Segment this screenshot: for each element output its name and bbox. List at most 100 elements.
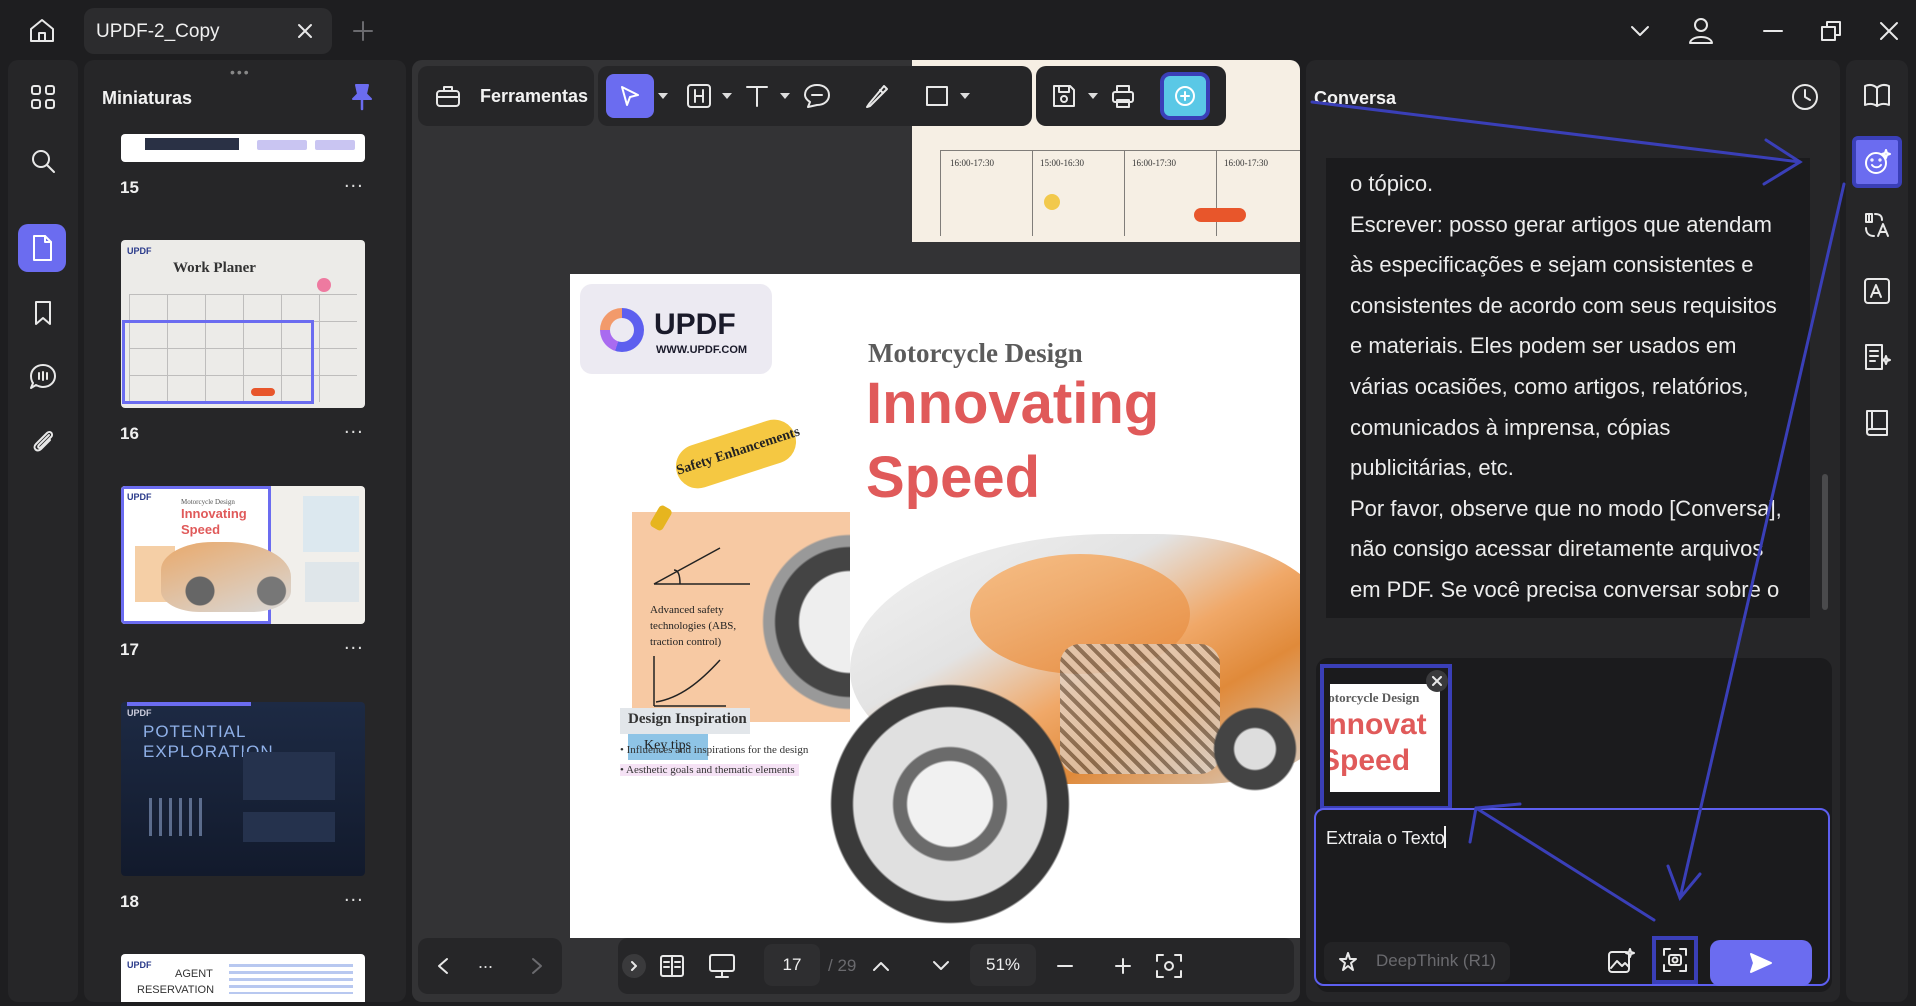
ocr-text-icon[interactable] xyxy=(1858,272,1896,310)
zoom-out-icon[interactable] xyxy=(1048,950,1082,982)
image-attachment[interactable]: Motorcycle Design Innovat Speed xyxy=(1320,664,1452,810)
chat-composer: Motorcycle Design Innovat Speed Extraia … xyxy=(1314,658,1832,992)
page-down-icon[interactable] xyxy=(926,952,956,980)
page-number-input[interactable]: 17 xyxy=(764,944,820,986)
pin-icon[interactable] xyxy=(346,80,378,114)
chat-input[interactable]: Extraia o Texto DeepThink (R1) xyxy=(1314,808,1830,986)
page-layout-icon[interactable] xyxy=(654,950,690,982)
restore-icon[interactable] xyxy=(1814,14,1848,48)
close-window-icon[interactable] xyxy=(1872,14,1906,48)
book-icon[interactable] xyxy=(1858,404,1896,442)
ai-assistant-icon[interactable] xyxy=(1160,72,1210,120)
page-controls-bar: 17 / 29 51% xyxy=(618,938,1294,994)
select-cursor-icon[interactable] xyxy=(606,74,654,118)
message-line: às especificações e sejam consistentes e xyxy=(1350,252,1754,278)
page-more-button[interactable]: ... xyxy=(344,170,364,193)
document-viewer[interactable]: 16:00-17:30 15:00-16:30 16:00-17:30 16:0… xyxy=(412,60,1300,1002)
history-icon[interactable] xyxy=(1786,78,1824,116)
save-icon[interactable] xyxy=(1046,78,1082,114)
select-dropdown-caret[interactable] xyxy=(658,93,668,99)
chat-scrollbar[interactable] xyxy=(1822,474,1828,610)
ai-chat-icon[interactable] xyxy=(1852,136,1902,188)
screenshot-icon[interactable] xyxy=(1652,936,1698,984)
expand-chevron-icon[interactable] xyxy=(622,954,646,978)
chevron-down-icon[interactable] xyxy=(1624,16,1656,46)
attachment-line2: Innovat xyxy=(1330,708,1427,741)
print-icon[interactable] xyxy=(1104,78,1142,114)
thumbnail-16[interactable]: UPDF Work Planer xyxy=(121,240,365,408)
send-button[interactable] xyxy=(1710,940,1812,986)
zoom-in-icon[interactable] xyxy=(1106,950,1140,982)
navigation-bar: ... xyxy=(418,938,562,994)
zoom-level[interactable]: 51% xyxy=(970,944,1036,986)
section-heading: Design Inspiration xyxy=(628,711,747,727)
message-line: o tópico. xyxy=(1350,171,1434,196)
page-more-button[interactable]: ... xyxy=(344,416,364,439)
fit-screen-icon[interactable] xyxy=(1150,950,1188,982)
tools-button[interactable]: Ferramentas xyxy=(480,86,588,107)
shape-dropdown-caret[interactable] xyxy=(960,93,970,99)
shape-rectangle-icon[interactable] xyxy=(918,78,956,114)
total-pages: / 29 xyxy=(828,956,857,975)
thumb-agent: AGENT xyxy=(175,968,213,980)
text-dropdown-caret[interactable] xyxy=(780,93,790,99)
previous-icon[interactable] xyxy=(428,950,458,982)
minimize-icon[interactable] xyxy=(1756,14,1790,48)
attachment-line1: Motorcycle Design xyxy=(1330,690,1420,705)
translate-icon[interactable] xyxy=(1858,206,1896,244)
message-line: não consigo acessar diretamente arquivos xyxy=(1350,536,1764,562)
send-icon xyxy=(1746,949,1776,977)
thumbnails-panel: ••• Miniaturas 15 ... UPDF Work Planer 1… xyxy=(84,60,406,1002)
pages-icon[interactable] xyxy=(18,224,66,272)
thumb-speed: Speed xyxy=(181,522,221,537)
nav-more-button[interactable]: ... xyxy=(478,952,493,973)
tab-title: UPDF-2_Copy xyxy=(96,21,220,42)
bullet-item: • Influences and inspirations for the de… xyxy=(620,744,809,756)
home-icon[interactable] xyxy=(24,12,60,48)
thumbnail-17[interactable]: UPDF Motorcycle Design Innovating Speed xyxy=(121,486,365,624)
text-tool-icon[interactable] xyxy=(738,78,776,114)
presentation-icon[interactable] xyxy=(704,950,740,982)
note-text: Advanced safety technologies (ABS, tract… xyxy=(650,604,737,648)
deepthink-icon xyxy=(1334,948,1362,976)
page-up-icon[interactable] xyxy=(866,952,896,980)
reader-mode-icon[interactable] xyxy=(1858,76,1896,114)
apps-grid-icon[interactable] xyxy=(24,78,62,116)
logo-url: WWW.UPDF.COM xyxy=(656,344,748,356)
ai-summary-icon[interactable] xyxy=(1858,338,1896,376)
remove-attachment-icon[interactable] xyxy=(1426,670,1448,692)
thumbnail-15[interactable] xyxy=(121,134,365,162)
comments-icon[interactable] xyxy=(24,358,62,396)
message-line: consistentes de acordo com seus requisit… xyxy=(1350,292,1777,318)
thumbnail-18[interactable]: UPDF POTENTIAL EXPLORATION xyxy=(121,702,365,876)
chat-title: Conversa xyxy=(1314,88,1397,108)
drag-handle[interactable]: ••• xyxy=(230,64,251,80)
user-icon[interactable] xyxy=(1684,12,1718,48)
deepthink-toggle[interactable]: DeepThink (R1) xyxy=(1324,942,1510,982)
attachment-icon[interactable] xyxy=(24,422,62,460)
page-more-button[interactable]: ... xyxy=(344,884,364,907)
message-line: Por favor, observe que no modo [Conversa… xyxy=(1350,495,1782,521)
image-upload-icon[interactable] xyxy=(1602,942,1640,980)
highlight-dropdown-caret[interactable] xyxy=(722,93,732,99)
pen-icon[interactable] xyxy=(858,78,896,114)
thumbnail-19[interactable]: UPDF AGENT RESERVATION xyxy=(121,954,365,1002)
document-tab[interactable]: UPDF-2_Copy xyxy=(84,8,332,54)
message-line: e materiais. Eles podem ser usados em xyxy=(1350,333,1737,359)
comment-icon[interactable] xyxy=(798,78,836,114)
message-line: em PDF. Se você precisa conversar sobre … xyxy=(1350,576,1780,602)
new-tab-icon[interactable] xyxy=(348,16,378,46)
page-more-button[interactable]: ... xyxy=(344,632,364,655)
search-icon[interactable] xyxy=(24,142,62,180)
document-title-line1: Innovating xyxy=(866,371,1160,436)
message-line: publicitárias, etc. xyxy=(1350,455,1514,481)
thumb-innovating: Innovating xyxy=(181,506,247,521)
save-dropdown-caret[interactable] xyxy=(1088,93,1098,99)
toolbox-icon[interactable] xyxy=(432,80,464,112)
pdf-page[interactable]: UPDF WWW.UPDF.COM Motorcycle Design Inno… xyxy=(570,274,1300,938)
close-tab-icon[interactable] xyxy=(292,18,318,44)
bookmark-icon[interactable] xyxy=(24,294,62,332)
highlight-icon[interactable] xyxy=(680,78,718,114)
attachment-line3: Speed xyxy=(1330,744,1411,777)
next-icon[interactable] xyxy=(522,950,552,982)
